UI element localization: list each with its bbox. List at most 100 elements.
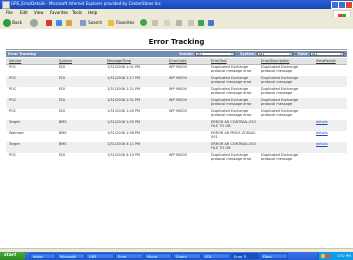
table-row: POC EDI 1/31/2008 1:45 PM WP 90000 Dupli… [6, 109, 347, 120]
cell-view-packet [313, 153, 347, 164]
cell-error-description: Duplicated Exchange protocol message [261, 98, 299, 106]
stop-icon [46, 20, 52, 26]
table-row: POC EDI 1/31/2008 1:21 PM WP 90000 Dupli… [6, 87, 347, 98]
taskbar-item[interactable]: GRS [86, 253, 114, 259]
cell-error-text: ERROR AR CONTRAIL-053 FILE TO OB [211, 120, 256, 128]
cell-error-description-wrap: Duplicated Exchange protocol message [258, 76, 313, 87]
cell-vendor: POC [9, 65, 17, 69]
cell-error-description-wrap: Duplicated Exchange protocol message [258, 98, 313, 109]
cell-system: BMS [59, 131, 67, 135]
cell-error-code: WP 90000 [169, 65, 187, 69]
taskbar-item[interactable]: SQL [202, 253, 230, 259]
cell-error-text-wrap: ERROR AR CONTRAIL-053 FILE TO OB [208, 142, 258, 153]
cell-vendor: POC [9, 109, 17, 113]
media-button[interactable] [140, 19, 147, 27]
date-select[interactable]: ALL [310, 52, 344, 56]
taskbar: start Inbox Microsoft GRS Error Visual Q… [0, 252, 353, 260]
mail-button[interactable] [164, 19, 171, 27]
taskbar-item[interactable]: Docs [260, 253, 288, 259]
cell-error-text: Duplicated Exchange protocol message err… [211, 109, 252, 117]
cell-vendor: POC [9, 153, 17, 157]
history-button[interactable] [152, 19, 159, 27]
research-button[interactable] [208, 19, 215, 27]
cell-view-packet: details [313, 131, 347, 142]
menu-edit[interactable]: Edit [20, 9, 28, 17]
cell-message-time: 1/31/2008 1:21 PM [107, 87, 141, 91]
cell-error-description-wrap: Duplicated Exchange protocol message [258, 65, 313, 77]
menu-help[interactable]: Help [88, 9, 97, 17]
tray-icon[interactable] [321, 254, 325, 258]
divider [6, 49, 347, 50]
cell-error-text: Duplicated Exchange protocol message err… [211, 76, 252, 84]
edit-button[interactable] [188, 19, 195, 27]
cell-error-text: Duplicated Exchange protocol message err… [211, 87, 252, 95]
cell-error-description: Duplicated Exchange protocol message [261, 87, 299, 95]
back-button[interactable]: Back [3, 19, 22, 27]
cell-error-text-wrap: Duplicated Exchange protocol message err… [208, 87, 258, 98]
start-button[interactable]: start [0, 252, 26, 260]
stop-button[interactable] [46, 19, 53, 27]
cell-error-code: WP 90000 [166, 76, 208, 87]
taskbar-item[interactable]: Query [173, 253, 201, 259]
cell-view-packet [313, 109, 347, 120]
mail-icon [164, 20, 170, 26]
menu-tools[interactable]: Tools [72, 9, 82, 17]
cell-message-time: 1/31/2008 1:45 PM [107, 109, 141, 113]
cell-system: EDI [59, 65, 65, 69]
view-packet-link[interactable]: details [316, 142, 328, 146]
system-select[interactable]: ALL [257, 52, 293, 56]
search-button[interactable]: Search [80, 19, 102, 27]
vendor-select[interactable]: ALL [195, 52, 235, 56]
cell-error-description: Duplicated Exchange protocol message [261, 76, 299, 84]
refresh-button[interactable] [56, 19, 63, 27]
taskbar-item-active[interactable]: Error Tr [231, 253, 259, 259]
messenger-button[interactable] [198, 19, 205, 27]
cell-error-description-wrap [258, 142, 313, 153]
cell-error-text-wrap: Duplicated Exchange protocol message err… [208, 109, 258, 120]
menu-favorites[interactable]: Favorites [50, 9, 68, 17]
view-packet-link[interactable]: details [316, 120, 328, 124]
forward-button[interactable] [30, 19, 38, 27]
taskbar-item[interactable]: Inbox [30, 253, 56, 259]
cell-error-description-wrap: Duplicated Exchange protocol message [258, 87, 313, 98]
taskbar-clock[interactable]: 1:52 PM [337, 252, 351, 260]
filter-bar: Error Tracking Vendor: ALL System: ALL D… [6, 51, 347, 57]
filter-heading: Error Tracking [8, 52, 36, 56]
cell-error-text: Duplicated Exchange protocol message err… [211, 65, 252, 73]
cell-system: EDI [59, 109, 65, 113]
print-button[interactable] [176, 19, 183, 27]
back-label: Back [12, 20, 22, 25]
cell-vendor: POC [6, 98, 56, 109]
home-button[interactable] [66, 19, 73, 27]
cell-error-text: ERROR AR PRICE ZODIAC-001 [211, 131, 257, 139]
table-row: POC EDI 1/31/2008 4:10 PM WP 90000 Dupli… [6, 153, 347, 164]
taskbar-item[interactable]: Visual [144, 253, 172, 259]
cell-error-code [166, 131, 208, 142]
date-select-value: ALL [312, 52, 318, 56]
menu-file[interactable]: File [6, 9, 13, 17]
view-packet-link[interactable]: details [316, 131, 328, 135]
menu-view[interactable]: View [34, 9, 44, 17]
tray-icon[interactable] [326, 254, 330, 258]
search-icon [80, 20, 86, 26]
taskbar-item[interactable]: Error [115, 253, 143, 259]
window-title-bar[interactable]: GRS_ErrorDetails - Microsoft Internet Ex… [0, 0, 353, 9]
close-button[interactable] [345, 1, 353, 9]
favorites-button[interactable]: Favorites [108, 19, 134, 27]
table-row: Target BMS 1/31/2008 1:55 PM ERROR AR CO… [6, 120, 347, 131]
cell-error-code [166, 142, 208, 153]
cell-error-description: Duplicated Exchange protocol message [261, 153, 299, 161]
cell-system: EDI [56, 76, 104, 87]
cell-message-time: 1/31/2008 1:55 PM [104, 120, 166, 131]
page-content: Error Tracking Error Tracking Vendor: AL… [0, 29, 353, 248]
taskbar-item[interactable]: Microsoft [57, 253, 85, 259]
date-label: Date: [298, 52, 309, 56]
cell-message-time: 1/31/2008 3:11 PM [104, 142, 166, 153]
cell-error-description-wrap: Duplicated Exchange protocol message [258, 153, 313, 164]
cell-view-packet: details [313, 120, 347, 131]
cell-view-packet [313, 76, 347, 87]
cell-error-text-wrap: Duplicated Exchange protocol message err… [208, 153, 258, 164]
cell-error-text-wrap: ERROR AR PRICE ZODIAC-001 [208, 131, 258, 142]
chevron-down-icon [289, 53, 292, 55]
cell-vendor: POC [9, 87, 17, 91]
